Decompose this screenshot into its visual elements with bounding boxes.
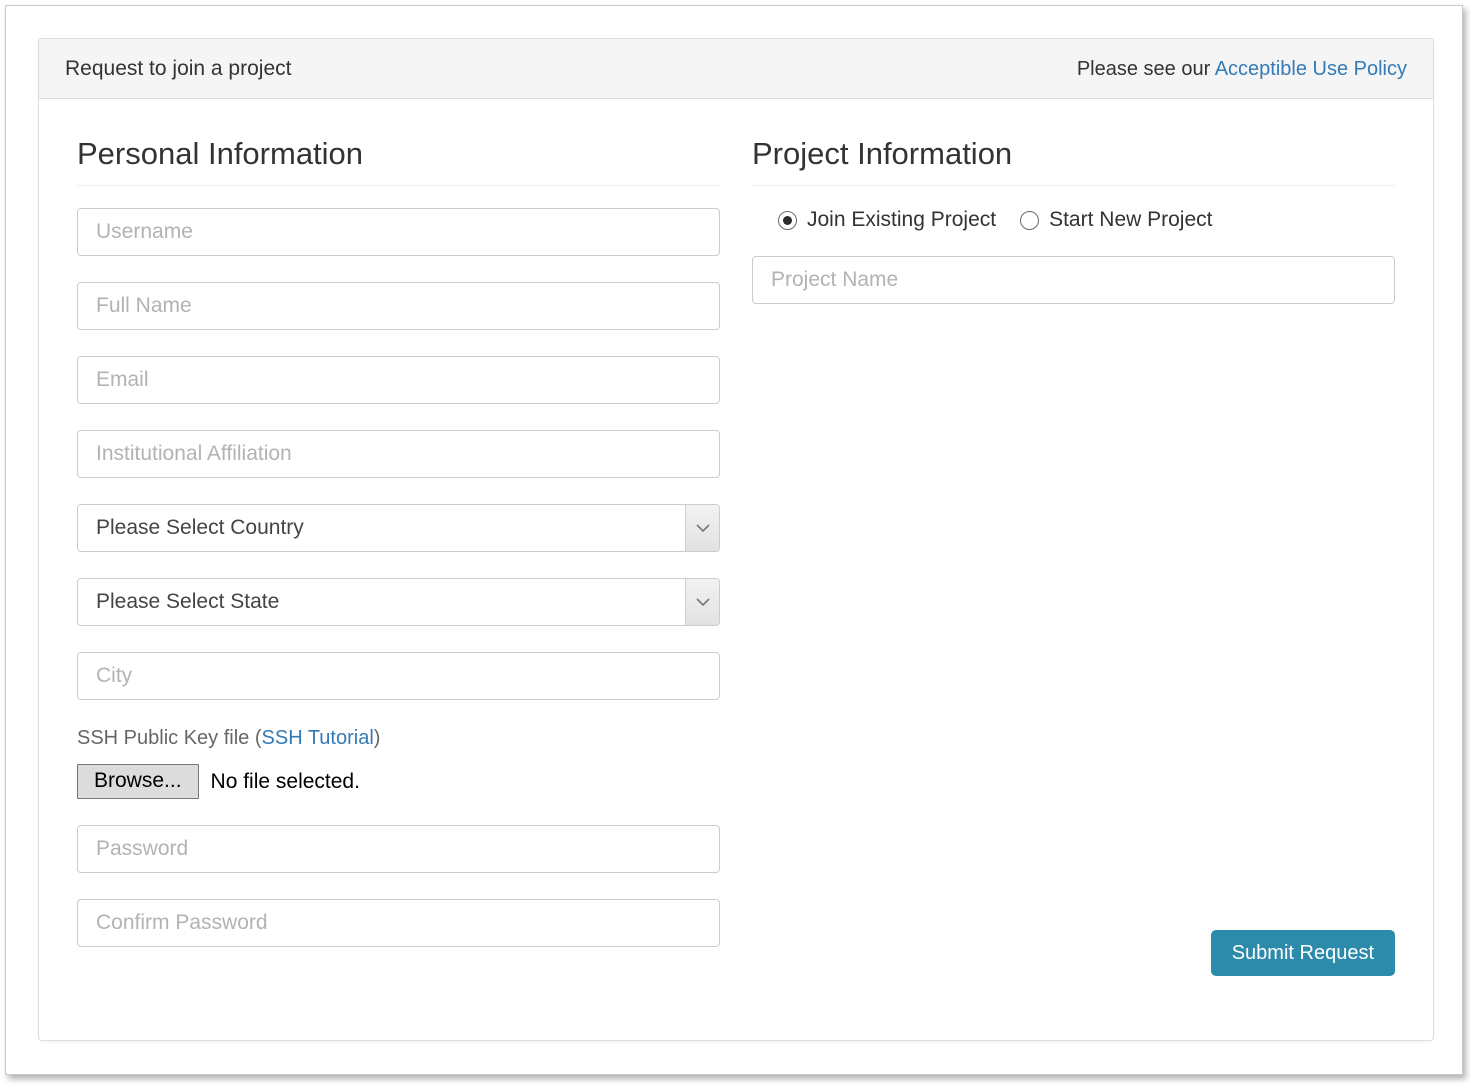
submit-request-button[interactable]: Submit Request — [1211, 930, 1395, 976]
ssh-public-key-label: SSH Public Key file (SSH Tutorial) — [77, 726, 720, 750]
policy-note: Please see our Acceptible Use Policy — [1077, 59, 1407, 79]
file-selection-status: No file selected. — [211, 770, 360, 794]
personal-heading-divider — [77, 185, 720, 186]
ssh-label-prefix: SSH Public Key file ( — [77, 727, 262, 749]
full-name-input[interactable] — [77, 282, 720, 330]
screenshot-root: Request to join a project Please see our… — [0, 0, 1470, 1090]
radio-join-existing-project-label: Join Existing Project — [807, 208, 996, 232]
browse-button[interactable]: Browse... — [77, 764, 199, 799]
state-select-value: Please Select State — [96, 590, 279, 614]
radio-join-existing-project[interactable]: Join Existing Project — [778, 208, 996, 232]
panel-header: Request to join a project Please see our… — [39, 39, 1433, 99]
personal-information-heading: Personal Information — [77, 137, 720, 185]
page-frame: Request to join a project Please see our… — [5, 5, 1463, 1075]
ssh-label-suffix: ) — [374, 727, 381, 749]
state-select-box[interactable]: Please Select State — [77, 578, 720, 626]
policy-note-prefix: Please see our — [1077, 58, 1215, 80]
panel-footer: Submit Request — [39, 930, 1433, 1040]
country-select-box[interactable]: Please Select Country — [77, 504, 720, 552]
request-panel: Request to join a project Please see our… — [38, 38, 1434, 1041]
panel-body: Personal Information Please Select Count… — [39, 99, 1433, 973]
ssh-file-input-row: Browse... No file selected. — [77, 764, 720, 799]
radio-button-icon[interactable] — [1020, 211, 1039, 230]
chevron-down-icon[interactable] — [685, 579, 719, 625]
radio-button-icon[interactable] — [778, 211, 797, 230]
personal-information-column: Personal Information Please Select Count… — [61, 115, 736, 973]
page-title: Request to join a project — [65, 58, 291, 79]
radio-start-new-project-label: Start New Project — [1049, 208, 1212, 232]
project-information-heading: Project Information — [752, 137, 1395, 185]
username-input[interactable] — [77, 208, 720, 256]
email-input[interactable] — [77, 356, 720, 404]
password-input[interactable] — [77, 825, 720, 873]
country-select-value: Please Select Country — [96, 516, 304, 540]
project-heading-divider — [752, 185, 1395, 186]
institutional-affiliation-input[interactable] — [77, 430, 720, 478]
country-select[interactable]: Please Select Country — [77, 504, 720, 552]
radio-start-new-project[interactable]: Start New Project — [1020, 208, 1212, 232]
ssh-tutorial-link[interactable]: SSH Tutorial — [262, 727, 374, 749]
city-input[interactable] — [77, 652, 720, 700]
project-name-input[interactable] — [752, 256, 1395, 304]
project-information-column: Project Information Join Existing Projec… — [736, 115, 1411, 973]
chevron-down-icon[interactable] — [685, 505, 719, 551]
acceptable-use-policy-link[interactable]: Acceptible Use Policy — [1215, 58, 1407, 80]
state-select[interactable]: Please Select State — [77, 578, 720, 626]
project-mode-radio-group: Join Existing Project Start New Project — [778, 208, 1395, 232]
